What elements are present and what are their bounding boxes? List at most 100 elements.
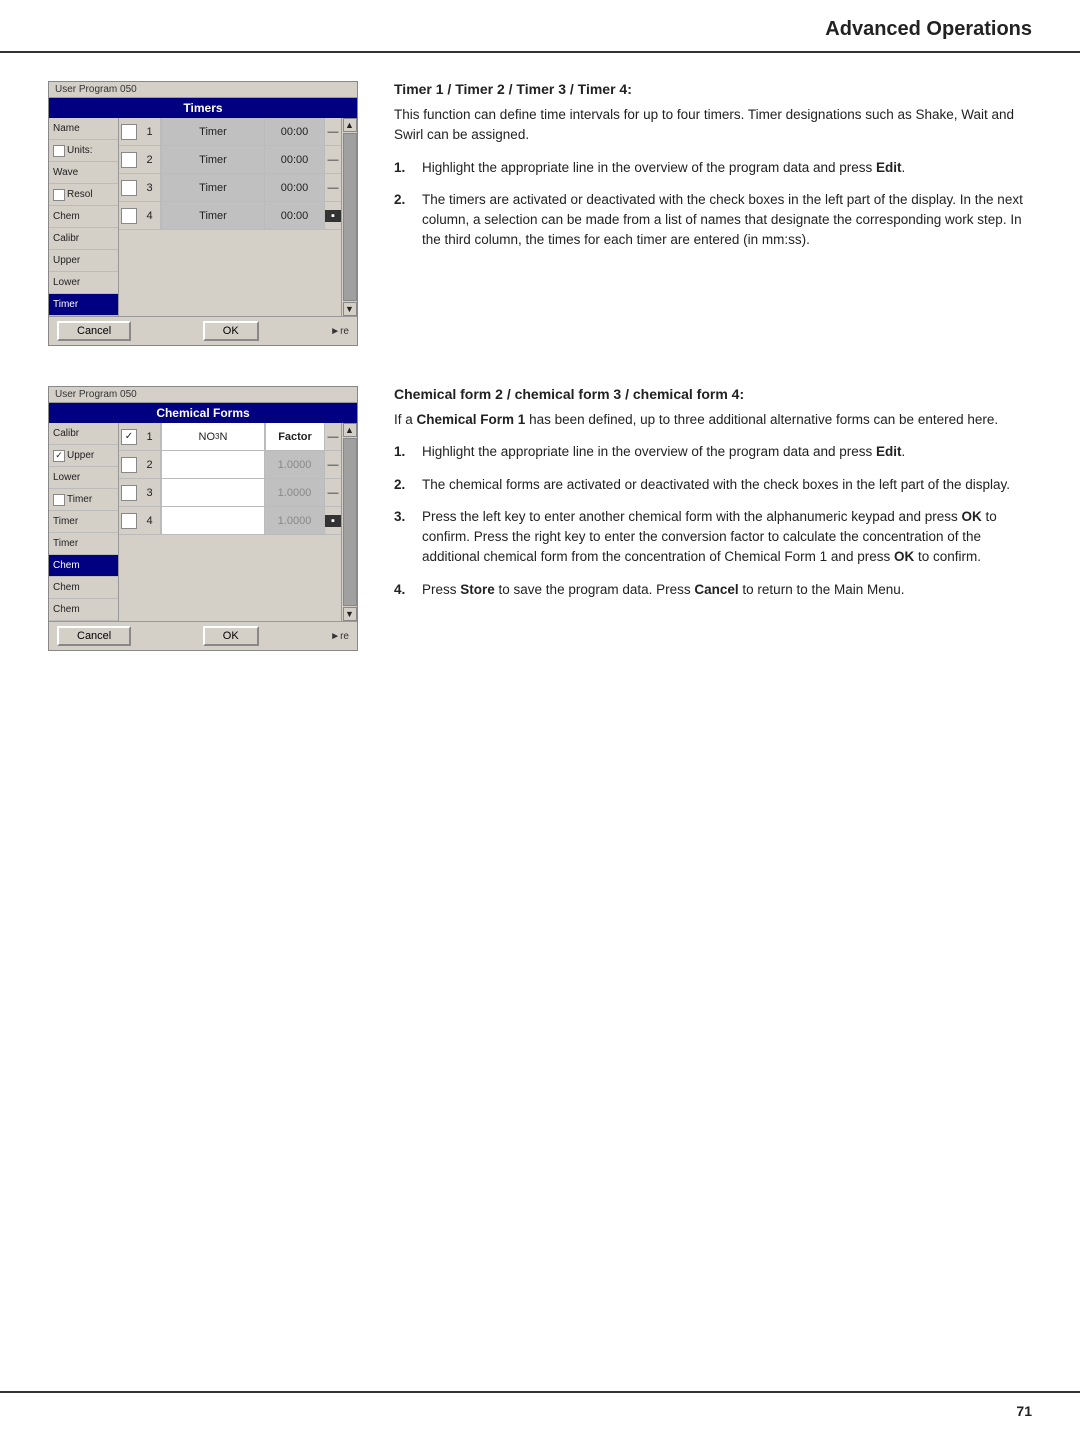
chem-4-checkbox[interactable] [121, 513, 137, 529]
timers-panel: User Program 050 Timers Name Units: Wave… [48, 81, 358, 346]
timer-1-checkbox[interactable] [121, 124, 137, 140]
timers-more: ►re [330, 326, 349, 337]
timers-desc: Timer 1 / Timer 2 / Timer 3 / Timer 4: T… [394, 81, 1032, 263]
timer-3-label: Timer [161, 174, 265, 201]
chem-more: ►re [330, 631, 349, 642]
timers-step-2: 2. The timers are activated or deactivat… [394, 190, 1032, 251]
chem-left-timer2: Timer [49, 511, 118, 533]
chem-2-num: 2 [139, 451, 161, 478]
chem-row-1: ✓ 1 NO3N Factor — [119, 423, 341, 451]
timers-step-2-num: 2. [394, 190, 412, 251]
section-timers: User Program 050 Timers Name Units: Wave… [48, 81, 1032, 346]
chem-1-dash: — [325, 431, 341, 443]
chem-scrollbar-up[interactable]: ▲ [343, 423, 357, 437]
chem-left-lower: Lower [49, 467, 118, 489]
timer-row-3: 3 Timer 00:00 — [119, 174, 341, 202]
chem-1-num: 1 [139, 423, 161, 450]
timers-scrollbar[interactable]: ▲ ▼ [341, 118, 357, 316]
timers-heading: Timer 1 / Timer 2 / Timer 3 / Timer 4: [394, 81, 1032, 97]
chem-step-2-num: 2. [394, 475, 412, 495]
chem-left-timer3: Timer [49, 533, 118, 555]
left-item-upper: Upper [49, 250, 118, 272]
scrollbar-down-btn[interactable]: ▼ [343, 302, 357, 316]
chem-scrollbar-track [343, 438, 357, 606]
chem-4-formula [161, 507, 265, 534]
timer-4-dash: ▪ [325, 210, 341, 222]
timers-panel-footer: Cancel OK ►re [49, 316, 357, 345]
timer-2-value: 00:00 [265, 146, 325, 173]
timer-3-num: 3 [139, 174, 161, 201]
timers-step-2-text: The timers are activated or deactivated … [422, 190, 1032, 251]
timer-1-num: 1 [139, 118, 161, 145]
timer-row-4: 4 Timer 00:00 ▪ [119, 202, 341, 230]
chem-panel-right: ✓ 1 NO3N Factor — 2 1.0000 — [119, 423, 341, 621]
page-number: 71 [1016, 1403, 1032, 1419]
chem-cancel-btn[interactable]: Cancel [57, 626, 131, 646]
chem-left-chem2: Chem [49, 577, 118, 599]
timer-2-checkbox[interactable] [121, 152, 137, 168]
timer-row-2: 2 Timer 00:00 — [119, 146, 341, 174]
chem-panel-left: Calibr ✓ Upper Lower Timer Timer Timer C… [49, 423, 119, 621]
chem-ok-btn[interactable]: OK [203, 626, 259, 646]
chem-row-4: 4 1.0000 ▪ [119, 507, 341, 535]
timer-1-dash: — [325, 126, 341, 138]
chem-panel-title: Chemical Forms [49, 403, 357, 423]
chem-step-2-text: The chemical forms are activated or deac… [422, 475, 1032, 495]
timer-4-checkbox[interactable] [121, 208, 137, 224]
chem-panel-topbar: User Program 050 [49, 387, 357, 403]
timers-panel-right: 1 Timer 00:00 — 2 Timer 00:00 — [119, 118, 341, 316]
chem-step-2: 2. The chemical forms are activated or d… [394, 475, 1032, 495]
chem-step-1-text: Highlight the appropriate line in the ov… [422, 442, 1032, 462]
timer-row-1: 1 Timer 00:00 — [119, 118, 341, 146]
timers-cancel-btn[interactable]: Cancel [57, 321, 131, 341]
timer-3-checkbox[interactable] [121, 180, 137, 196]
chem-intro: If a Chemical Form 1 has been defined, u… [394, 410, 1032, 430]
chem-step-4-text: Press Store to save the program data. Pr… [422, 580, 1032, 600]
timer-2-dash: — [325, 154, 341, 166]
page-header: Advanced Operations [0, 0, 1080, 53]
timers-steps: 1. Highlight the appropriate line in the… [394, 158, 1032, 251]
timer-3-value: 00:00 [265, 174, 325, 201]
chem-step-4-num: 4. [394, 580, 412, 600]
main-content: User Program 050 Timers Name Units: Wave… [0, 53, 1080, 679]
bottom-border [0, 1391, 1080, 1393]
chem-desc: Chemical form 2 / chemical form 3 / chem… [394, 386, 1032, 612]
timer-4-value: 00:00 [265, 202, 325, 229]
chem-2-formula [161, 451, 265, 478]
scrollbar-track [343, 133, 357, 301]
chem-left-calibr: Calibr [49, 423, 118, 445]
timers-ok-btn[interactable]: OK [203, 321, 259, 341]
scrollbar-up-btn[interactable]: ▲ [343, 118, 357, 132]
chem-4-num: 4 [139, 507, 161, 534]
chem-scrollbar-down[interactable]: ▼ [343, 607, 357, 621]
section-chemical-forms: User Program 050 Chemical Forms Calibr ✓… [48, 386, 1032, 651]
left-item-wave: Wave [49, 162, 118, 184]
timer-2-num: 2 [139, 146, 161, 173]
timer-4-num: 4 [139, 202, 161, 229]
chem-scrollbar[interactable]: ▲ ▼ [341, 423, 357, 621]
chem-3-checkbox[interactable] [121, 485, 137, 501]
left-item-calibr: Calibr [49, 228, 118, 250]
timer-1-value: 00:00 [265, 118, 325, 145]
timers-step-1: 1. Highlight the appropriate line in the… [394, 158, 1032, 178]
timer-3-dash: — [325, 182, 341, 194]
chem-3-formula [161, 479, 265, 506]
chem-steps: 1. Highlight the appropriate line in the… [394, 442, 1032, 600]
chem-1-checkbox[interactable]: ✓ [121, 429, 137, 445]
timers-panel-left: Name Units: Wave Resol Chem Calibr Upper… [49, 118, 119, 316]
chem-row-3: 3 1.0000 — [119, 479, 341, 507]
timers-intro: This function can define time intervals … [394, 105, 1032, 146]
chem-1-formula: NO3N [161, 423, 265, 450]
timers-step-1-num: 1. [394, 158, 412, 178]
left-item-chem: Chem [49, 206, 118, 228]
chem-2-checkbox[interactable] [121, 457, 137, 473]
chem-panel: User Program 050 Chemical Forms Calibr ✓… [48, 386, 358, 651]
left-item-timer: Timer [49, 294, 118, 316]
timers-panel-topbar: User Program 050 [49, 82, 357, 98]
timers-step-1-text: Highlight the appropriate line in the ov… [422, 158, 1032, 178]
chem-row-2: 2 1.0000 — [119, 451, 341, 479]
chem-step-1-num: 1. [394, 442, 412, 462]
chem-1-factor: Factor [265, 423, 325, 450]
left-item-units: Units: [49, 140, 118, 162]
chem-step-3-num: 3. [394, 507, 412, 568]
